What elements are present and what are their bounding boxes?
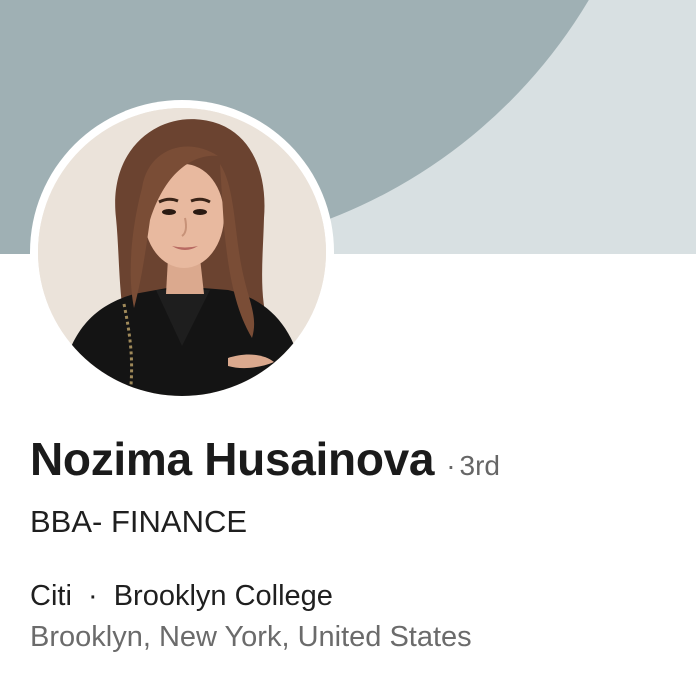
profile-avatar[interactable] xyxy=(30,100,334,404)
school-link[interactable]: Brooklyn College xyxy=(114,580,333,612)
profile-headline: BBA- FINANCE xyxy=(30,504,248,539)
name-row: Nozima Husainova · 3rd xyxy=(30,432,500,486)
experience-education-row: Citi · Brooklyn College xyxy=(30,580,333,613)
avatar-photo xyxy=(38,108,326,396)
company-separator: · xyxy=(87,580,98,612)
degree-separator: · xyxy=(446,450,456,481)
profile-name: Nozima Husainova xyxy=(30,433,435,485)
avatar-portrait-illustration xyxy=(38,108,326,396)
current-company-link[interactable]: Citi xyxy=(30,580,72,612)
connection-degree-badge: 3rd xyxy=(459,450,500,481)
profile-location: Brooklyn, New York, United States xyxy=(30,621,472,653)
